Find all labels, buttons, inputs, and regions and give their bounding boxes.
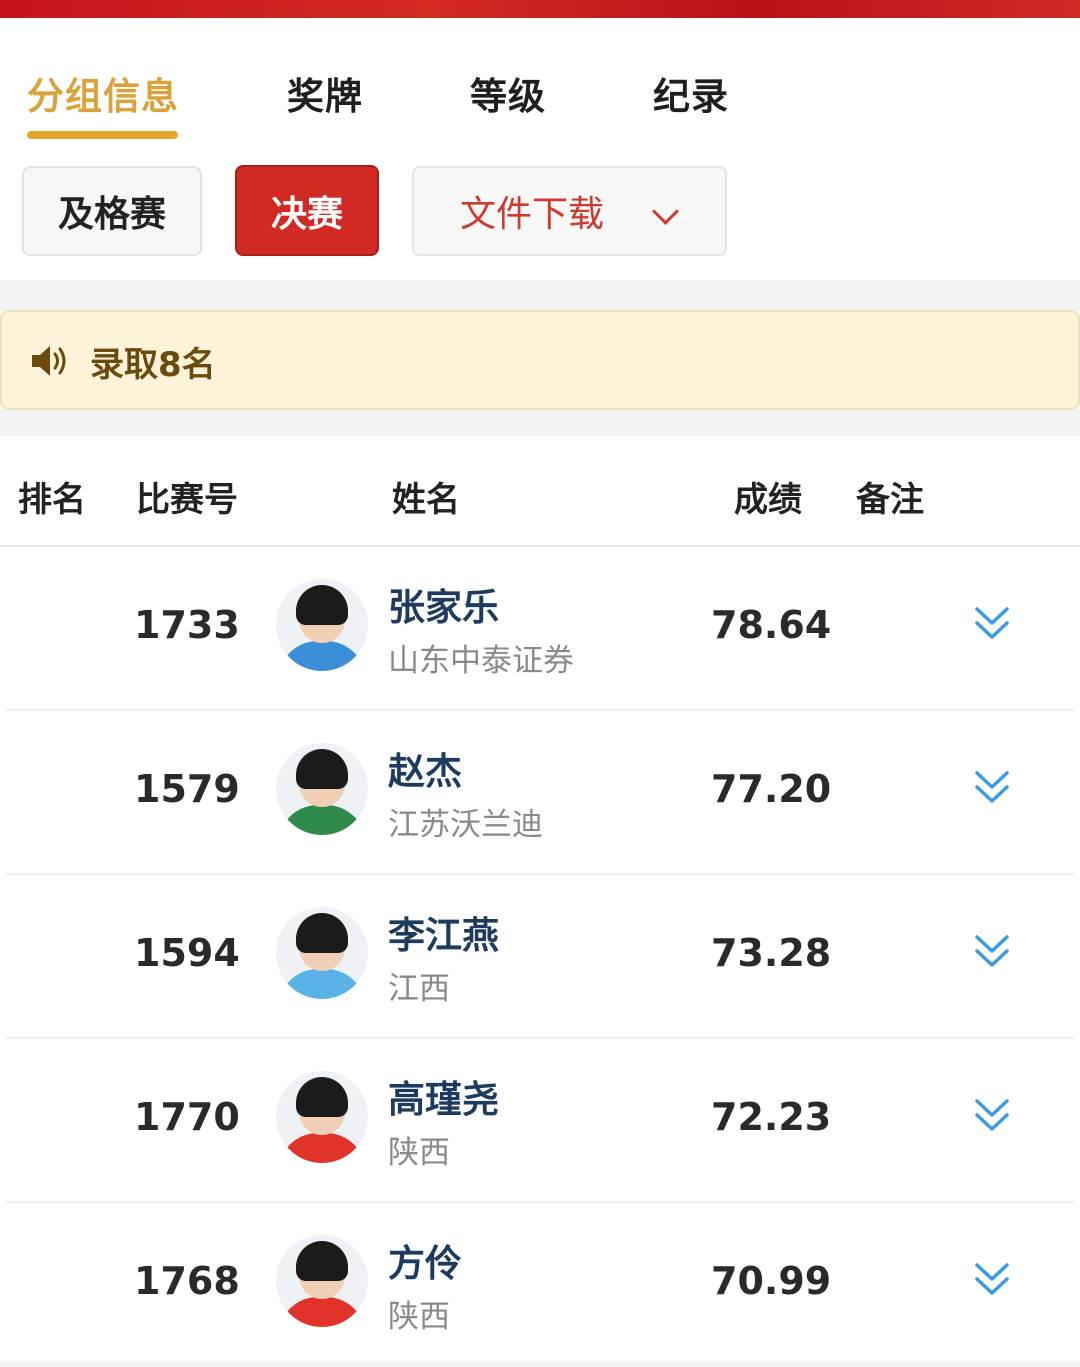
expand-chevron-icon[interactable] [974,931,1010,971]
header-name: 姓名 [392,480,460,520]
result-value: 72.23 [711,1095,832,1139]
athlete-name[interactable]: 张家乐 [388,577,499,631]
athlete-avatar [276,579,368,671]
athlete-team: 江西 [388,971,450,1007]
bib-number: 1733 [134,603,240,647]
jersey [278,805,366,835]
table-row[interactable]: 1594 李江燕 江西 73.28 [0,875,1080,1039]
bib-number: 1768 [134,1259,240,1303]
jersey [278,1133,366,1163]
notice-banner: 录取8名 [0,310,1080,410]
athlete-name[interactable]: 高瑾尧 [388,1069,499,1123]
athlete-avatar [276,743,368,835]
tab-levels[interactable]: 等级 [470,66,546,120]
expand-chevron-icon[interactable] [974,603,1010,643]
table-row[interactable]: 1768 方伶 陕西 70.99 [0,1203,1080,1367]
notice-text: 录取8名 [90,345,216,385]
result-value: 73.28 [711,931,832,975]
qualification-button[interactable]: 及格赛 [22,166,202,256]
tab-records[interactable]: 纪录 [653,66,729,120]
header-result: 成绩 [734,480,802,520]
athlete-team: 江苏沃兰迪 [388,807,543,843]
file-download-label: 文件下载 [460,194,605,235]
athlete-avatar [276,907,368,999]
tab-group-info[interactable]: 分组信息 [27,66,179,120]
result-value: 77.20 [711,767,832,811]
active-tab-indicator [27,131,178,139]
tab-bar: 分组信息 奖牌 等级 纪录 [0,18,1080,140]
athlete-name[interactable]: 李江燕 [388,905,499,959]
athlete-name[interactable]: 赵杰 [388,741,462,795]
result-value: 70.99 [711,1259,832,1303]
file-download-dropdown[interactable]: 文件下载 [412,166,727,256]
expand-chevron-icon[interactable] [974,1095,1010,1135]
bib-number: 1579 [134,767,240,811]
athlete-team: 陕西 [388,1135,450,1171]
table-row[interactable]: 1579 赵杰 江苏沃兰迪 77.20 [0,711,1080,875]
table-row[interactable]: 1770 高瑾尧 陕西 72.23 [0,1039,1080,1203]
expand-chevron-icon[interactable] [974,1259,1010,1299]
final-button[interactable]: 决赛 [235,165,379,256]
athlete-name[interactable]: 方伶 [388,1233,462,1287]
jersey [278,1297,366,1327]
athlete-avatar [276,1071,368,1163]
bib-number: 1594 [134,931,240,975]
result-value: 78.64 [711,603,832,647]
speaker-icon [32,346,66,376]
results-table: 排名 比赛号 姓名 成绩 备注 1733 张家乐 山东中泰证券 78.64 15… [0,436,1080,1361]
athlete-avatar [276,1235,368,1327]
header-bib: 比赛号 [136,480,238,520]
header-note: 备注 [856,480,924,520]
chevron-down-icon [652,198,679,225]
jersey [278,641,366,671]
athlete-team: 陕西 [388,1299,450,1335]
header-rank: 排名 [18,480,86,520]
filter-row: 及格赛 决赛 文件下载 [0,140,1080,280]
athlete-team: 山东中泰证券 [388,643,574,679]
tab-medals[interactable]: 奖牌 [287,66,363,120]
top-banner [0,0,1080,18]
expand-chevron-icon[interactable] [974,767,1010,807]
table-row[interactable]: 1733 张家乐 山东中泰证券 78.64 [0,547,1080,711]
bib-number: 1770 [134,1095,240,1139]
jersey [278,969,366,999]
